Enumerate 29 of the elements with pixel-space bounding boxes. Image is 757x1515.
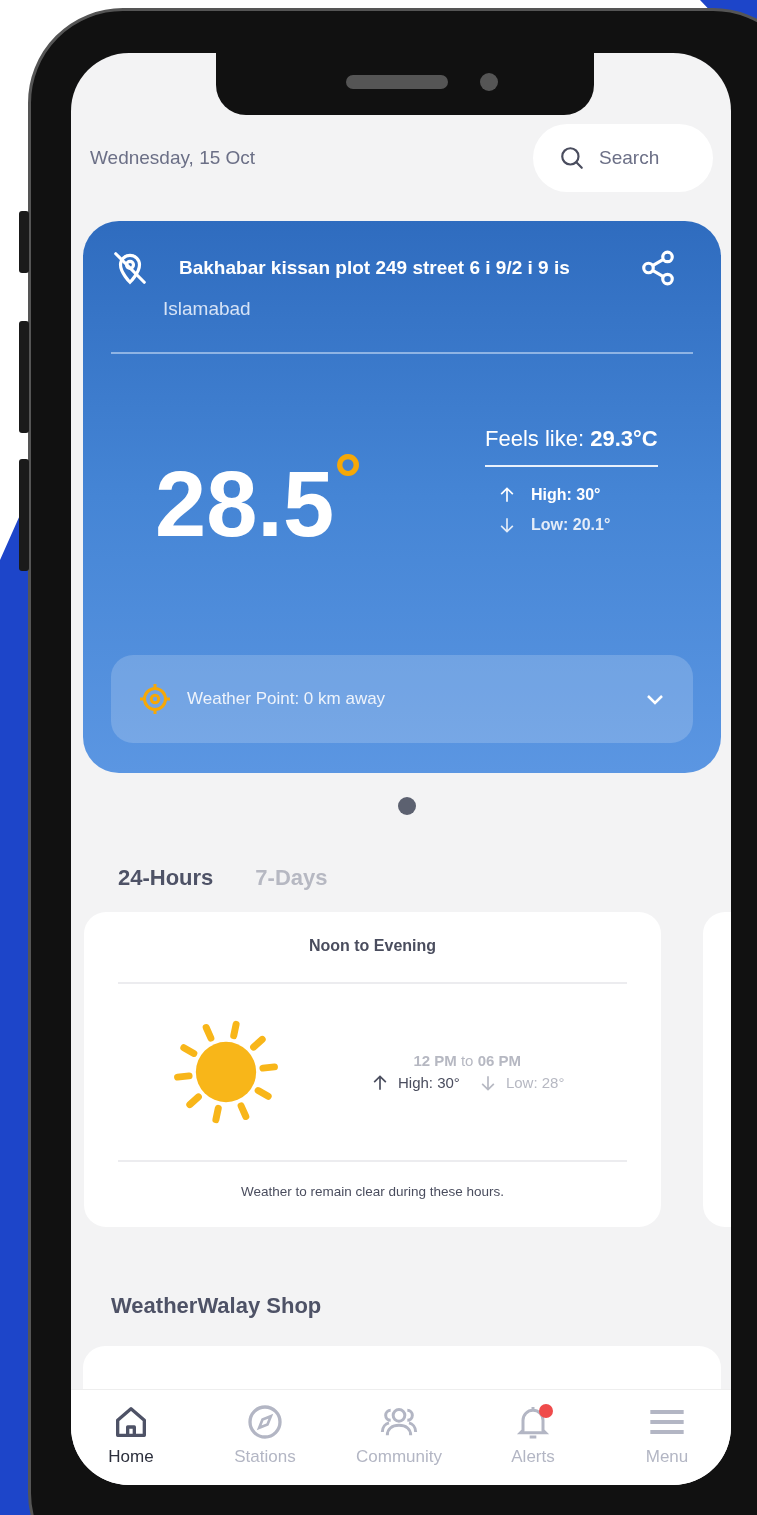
share-icon[interactable]: [639, 249, 677, 287]
location-off-icon: [111, 249, 149, 287]
high-temperature: High: 30°: [398, 1073, 460, 1093]
forecast-tab[interactable]: 7-Days: [255, 861, 328, 894]
notification-dot: [539, 1404, 553, 1418]
search-field[interactable]: Search: [533, 124, 713, 192]
forecast-note: Weather to remain clear during these hours.: [239, 1183, 506, 1201]
address-label: Bakhabar kissan plot 249 street 6 i 9/2 i 9 is: [179, 255, 571, 280]
high-temperature: High: 30°: [531, 484, 601, 505]
weather-point-selector[interactable]: Weather Point: 0 km away: [111, 655, 693, 743]
low-temperature: Low: 28°: [505, 1073, 565, 1093]
city-label: Islamabad: [163, 297, 252, 321]
nav-tab[interactable]: Community: [349, 1402, 449, 1485]
camera-dot: [480, 73, 498, 91]
feels-like-label: Feels like: 29.3°C: [485, 421, 658, 467]
date-label: Wednesday, 15 Oct: [90, 145, 256, 170]
time-range: 12 PM to 06 PM: [412, 1050, 522, 1071]
low-temperature: Low: 20.1°: [531, 514, 611, 535]
nav-tab[interactable]: Home: [81, 1402, 181, 1485]
nav-tab[interactable]: Stations: [215, 1402, 315, 1485]
nav-tab[interactable]: Alerts: [483, 1402, 583, 1485]
page-indicator-dot[interactable]: [398, 797, 416, 815]
compass-icon: [245, 1402, 285, 1442]
nav-tab[interactable]: Menu: [617, 1402, 717, 1485]
crosshair-icon: [137, 681, 173, 717]
search-icon: [559, 145, 585, 171]
forecast-period-title: Noon to Evening: [307, 936, 438, 956]
forecast-tab[interactable]: 24-Hours: [118, 861, 214, 894]
section-title: WeatherWalay Shop: [111, 1292, 323, 1320]
